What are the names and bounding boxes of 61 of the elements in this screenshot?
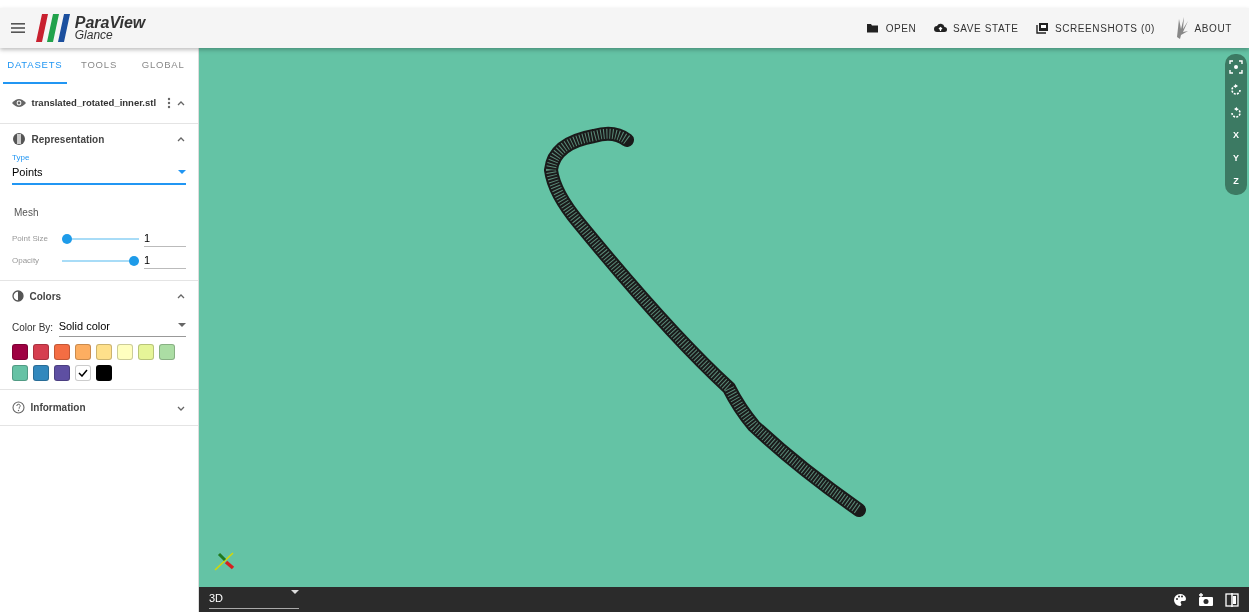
- orientation-axes-icon: [213, 550, 237, 572]
- reset-camera-icon[interactable]: [1229, 60, 1243, 74]
- images-icon: [1035, 22, 1049, 34]
- toolbar-button[interactable]: SAVE STATE: [927, 16, 1025, 40]
- view-type-dropdown[interactable]: 3D: [209, 589, 299, 610]
- slider-label: Point Size: [12, 232, 50, 245]
- axis-view-button[interactable]: X: [1227, 127, 1245, 145]
- toolbar-button[interactable]: SCREENSHOTS (0): [1029, 16, 1162, 40]
- menu-icon[interactable]: [11, 22, 25, 34]
- tab[interactable]: TOOLS: [66, 48, 132, 85]
- number-field[interactable]: 1: [144, 229, 186, 248]
- color-swatch[interactable]: [54, 344, 70, 360]
- field-label: Color By:: [12, 320, 54, 335]
- type-dropdown[interactable]: Points: [12, 164, 186, 185]
- dropdown-caret-icon: [178, 323, 186, 329]
- color-swatch[interactable]: [12, 344, 28, 360]
- section-title: Colors: [29, 289, 62, 304]
- axis-view-button[interactable]: Z: [1227, 173, 1245, 191]
- color-swatch[interactable]: [12, 365, 28, 381]
- rotate-left-icon[interactable]: [1229, 83, 1243, 97]
- mesh-label: Mesh: [14, 205, 40, 220]
- contrast-icon: [12, 290, 24, 302]
- logo-title: ParaView: [74, 15, 146, 30]
- palette-icon[interactable]: [1173, 592, 1187, 607]
- color-swatch[interactable]: [96, 365, 112, 381]
- color-swatch[interactable]: [117, 344, 133, 360]
- slider-thumb[interactable]: [128, 255, 139, 266]
- help-icon: [12, 401, 25, 414]
- color-swatch[interactable]: [96, 344, 112, 360]
- slider-thumb[interactable]: [61, 233, 72, 244]
- cloud-upload-icon: [933, 22, 947, 34]
- rotate-right-icon[interactable]: [1229, 106, 1243, 120]
- slider-label: Opacity: [12, 254, 41, 267]
- field-label: Type: [12, 152, 31, 164]
- more-icon[interactable]: [166, 97, 171, 110]
- eye-icon[interactable]: [12, 98, 26, 109]
- toolbar-button[interactable]: OPEN: [860, 16, 923, 40]
- section-title: Representation: [31, 132, 105, 147]
- toolbar-button[interactable]: ABOUT: [1166, 13, 1238, 43]
- split-view-icon[interactable]: [1225, 592, 1239, 607]
- color-swatch[interactable]: [159, 344, 175, 360]
- add-camera-icon[interactable]: [1198, 592, 1214, 607]
- check-icon: [78, 369, 88, 377]
- color-swatch[interactable]: [33, 344, 49, 360]
- folder-icon: [866, 22, 880, 34]
- axis-view-button[interactable]: Y: [1227, 150, 1245, 168]
- logo-icon: [36, 14, 72, 42]
- color-swatch[interactable]: [75, 344, 91, 360]
- color-swatch[interactable]: [75, 365, 91, 381]
- color-swatch[interactable]: [138, 344, 154, 360]
- section-title: Information: [30, 401, 86, 415]
- representation-icon: [12, 132, 26, 146]
- dropdown-caret-icon: [291, 589, 299, 595]
- color-swatch[interactable]: [54, 365, 70, 381]
- logo-subtitle: Glance: [74, 30, 114, 41]
- color-swatch[interactable]: [33, 365, 49, 381]
- dropdown-caret-icon: [178, 169, 186, 175]
- color-by-dropdown[interactable]: Solid color: [58, 317, 186, 337]
- dataset-name: translated_rotated_inner.stl: [31, 96, 157, 111]
- number-field[interactable]: 1: [144, 251, 186, 270]
- tab[interactable]: GLOBAL: [131, 48, 196, 85]
